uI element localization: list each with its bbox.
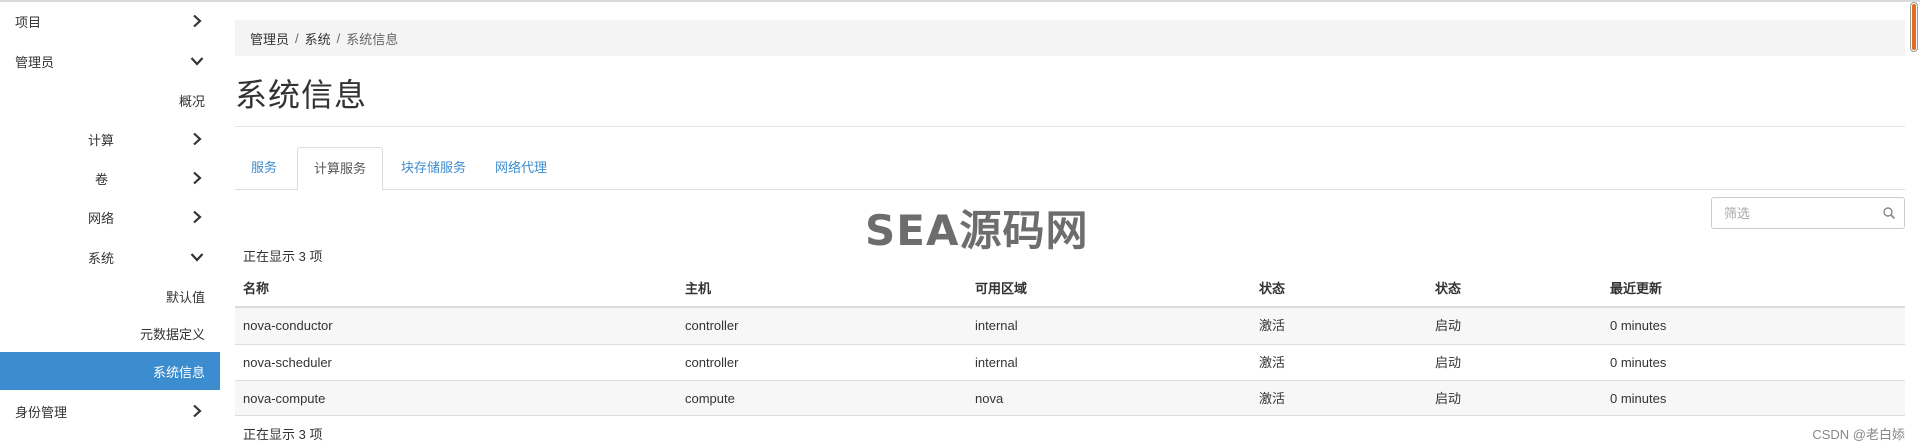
sidebar-item-label: 管理员: [15, 54, 55, 70]
sidebar-item-label: 网络: [88, 210, 115, 226]
sidebar-item-label: 默认值: [165, 289, 205, 305]
page-scrollbar[interactable]: [1908, 2, 1920, 60]
sidebar-item-overview[interactable]: 概况: [0, 81, 220, 119]
services-table: 名称 主机 可用区域 状态 状态 最近更新 nova-conductor con…: [235, 270, 1905, 416]
tab-compute-services[interactable]: 计算服务: [297, 147, 384, 191]
table-row: nova-compute compute nova 激活 启动 0 minute…: [235, 380, 1905, 416]
table-row: nova-scheduler controller internal 激活 启动…: [235, 344, 1905, 380]
cell-zone: internal: [975, 355, 1018, 370]
chevron-right-icon: [190, 14, 204, 28]
item-count-bottom: 正在显示 3 项: [243, 427, 323, 442]
scrollbar-thumb[interactable]: [1912, 4, 1916, 50]
chevron-down-icon: [190, 250, 204, 264]
tab-services[interactable]: 服务: [235, 147, 293, 190]
sidebar-item-project[interactable]: 项目: [0, 2, 220, 40]
sidebar-item-label: 元数据定义: [139, 326, 205, 342]
sidebar-item-compute[interactable]: 计算: [0, 120, 220, 158]
breadcrumb: 管理员 / 系统 / 系统信息: [235, 20, 1905, 56]
column-header-name[interactable]: 名称: [243, 270, 269, 308]
cell-host: compute: [685, 391, 735, 406]
sidebar-item-volumes[interactable]: 卷: [0, 159, 220, 197]
cell-host: controller: [685, 355, 739, 370]
tab-bar: 服务 计算服务 块存储服务 网络代理: [235, 147, 1905, 191]
chevron-down-icon: [190, 54, 204, 68]
cell-name: nova-scheduler: [243, 355, 332, 370]
column-header-host[interactable]: 主机: [685, 270, 711, 308]
cell-state: 启动: [1435, 391, 1462, 406]
sidebar-item-identity[interactable]: 身份管理: [0, 392, 220, 430]
cell-state: 启动: [1435, 355, 1462, 370]
cell-last-updated: 0 minutes: [1610, 318, 1667, 333]
sidebar-item-label: 身份管理: [15, 404, 68, 420]
sidebar-item-system-info[interactable]: 系统信息: [0, 352, 220, 390]
title-divider: [235, 126, 1905, 127]
sidebar-item-network[interactable]: 网络: [0, 198, 220, 236]
sidebar-item-defaults[interactable]: 默认值: [0, 277, 220, 315]
cell-name: nova-compute: [243, 391, 326, 406]
filter-input[interactable]: [1712, 198, 1872, 228]
chevron-right-icon: [190, 404, 204, 418]
cell-state: 启动: [1435, 318, 1462, 333]
column-header-status[interactable]: 状态: [1259, 270, 1285, 308]
table-header-row: 名称 主机 可用区域 状态 状态 最近更新: [235, 270, 1905, 308]
credit-watermark: CSDN @老白婖: [1812, 427, 1905, 442]
cell-name: nova-conductor: [243, 318, 333, 333]
cell-status: 激活: [1259, 318, 1286, 333]
sidebar-item-label: 项目: [15, 14, 42, 30]
sidebar-nav: 项目 管理员 概况 计算 卷 网络 系统 默认值 元数据定义 系统信息 身份管理: [0, 2, 220, 448]
table-bottom-border: [235, 415, 1905, 416]
item-count-top: 正在显示 3 项: [243, 249, 323, 264]
cell-status: 激活: [1259, 355, 1286, 370]
sidebar-item-label: 系统信息: [152, 364, 205, 380]
column-header-zone[interactable]: 可用区域: [975, 270, 1027, 308]
breadcrumb-separator: /: [336, 30, 341, 46]
cell-last-updated: 0 minutes: [1610, 355, 1667, 370]
sidebar-item-label: 系统: [88, 250, 115, 266]
page-title: 系统信息: [235, 77, 368, 113]
column-header-last-updated[interactable]: 最近更新: [1610, 270, 1662, 308]
sidebar-item-metadata-definitions[interactable]: 元数据定义: [0, 314, 220, 352]
cell-status: 激活: [1259, 391, 1286, 406]
tab-block-storage-services[interactable]: 块存储服务: [385, 147, 482, 190]
filter-box: [1711, 197, 1905, 229]
chevron-right-icon: [190, 210, 204, 224]
sidebar-item-label: 计算: [88, 132, 115, 148]
breadcrumb-admin[interactable]: 管理员: [250, 29, 289, 48]
breadcrumb-system[interactable]: 系统: [305, 29, 331, 48]
chevron-right-icon: [190, 171, 204, 185]
breadcrumb-separator: /: [295, 30, 299, 46]
breadcrumb-current: 系统信息: [346, 31, 399, 47]
chevron-right-icon: [190, 132, 204, 146]
search-icon[interactable]: [1882, 206, 1896, 220]
tab-network-agents[interactable]: 网络代理: [479, 147, 563, 190]
sidebar-item-system[interactable]: 系统: [0, 238, 220, 276]
table-row: nova-conductor controller internal 激活 启动…: [235, 308, 1905, 344]
sidebar-item-label: 卷: [95, 171, 109, 187]
sidebar-item-admin[interactable]: 管理员: [0, 42, 220, 80]
watermark-text: SEA源码网: [865, 206, 1089, 255]
cell-zone: nova: [975, 391, 1004, 406]
cell-host: controller: [685, 318, 739, 333]
column-header-state[interactable]: 状态: [1435, 270, 1461, 308]
cell-zone: internal: [975, 318, 1018, 333]
main-content: 管理员 / 系统 / 系统信息 系统信息 服务 计算服务 块存储服务 网络代理 …: [235, 2, 1905, 448]
sidebar-item-label: 概况: [178, 93, 205, 109]
cell-last-updated: 0 minutes: [1610, 391, 1667, 406]
